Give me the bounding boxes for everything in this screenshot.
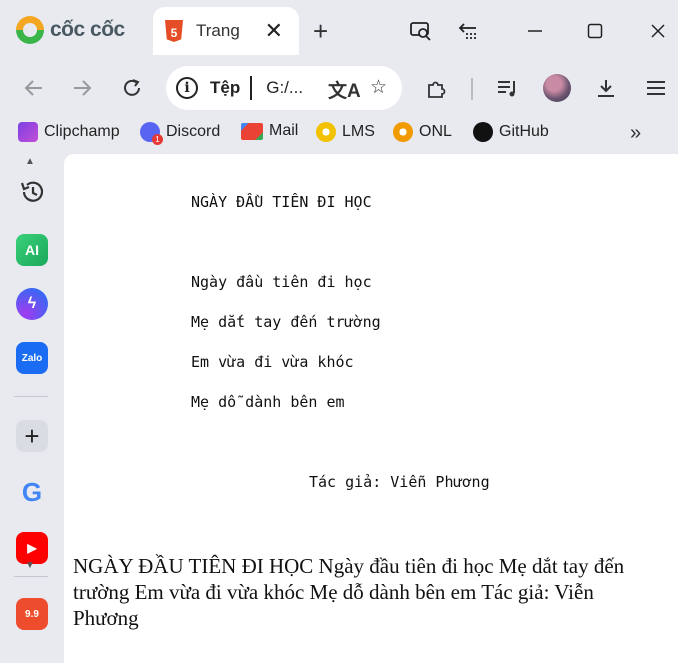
onl-icon xyxy=(393,122,413,142)
close-tab-icon[interactable]: ✕ xyxy=(265,17,283,45)
download-icon[interactable] xyxy=(590,72,622,104)
bookmark-label: Mail xyxy=(269,122,299,139)
site-info-icon[interactable]: i xyxy=(176,77,198,99)
coccoc-logo-icon xyxy=(16,16,44,44)
poem-line: Mẹ dỗ dành bên em xyxy=(191,393,345,411)
poem-preformatted: NGÀY ĐẦU TIÊN ĐI HỌC Ngày đầu tiên đi họ… xyxy=(64,154,490,491)
tab-active[interactable]: 5 Trang trước ✕ xyxy=(153,7,299,55)
forward-icon[interactable] xyxy=(66,72,98,104)
discord-icon: 1 xyxy=(140,122,163,145)
google-icon[interactable]: G xyxy=(16,476,48,508)
toolbar-divider xyxy=(471,78,473,100)
zalo-label: Zalo xyxy=(21,352,43,364)
messenger-icon[interactable]: ϟ xyxy=(16,288,48,320)
close-window-icon[interactable] xyxy=(641,14,675,48)
poem-author: Tác giả: Viễn Phương xyxy=(309,473,490,491)
browser-logo: cốc cốc xyxy=(16,16,125,44)
zalo-icon[interactable]: Zalo xyxy=(16,342,48,374)
html5-icon: 5 xyxy=(165,20,183,42)
shopee-label: 9.9 xyxy=(25,608,39,620)
shopee-icon[interactable]: 9.9 xyxy=(16,598,48,630)
bookmark-label: GitHub xyxy=(499,123,549,140)
toolbar: i Tệp G:/... 文A ☆ xyxy=(0,62,678,114)
scroll-down-icon[interactable]: ▼ xyxy=(25,560,35,571)
address-scheme: Tệp xyxy=(210,78,241,97)
back-icon[interactable] xyxy=(18,72,50,104)
reload-icon[interactable] xyxy=(116,72,148,104)
bookmark-mail[interactable]: Mail xyxy=(241,122,298,140)
maximize-icon[interactable] xyxy=(578,14,612,48)
bookmark-github[interactable]: GitHub xyxy=(473,122,549,142)
address-divider xyxy=(250,76,253,100)
scroll-up-icon[interactable]: ▲ xyxy=(25,156,35,167)
poem-line: Ngày đầu tiên đi học xyxy=(191,273,372,291)
address-bar[interactable]: i Tệp G:/... 文A ☆ xyxy=(166,66,402,110)
sidebar-divider xyxy=(14,576,48,577)
profile-avatar[interactable] xyxy=(543,74,571,102)
add-sidebar-app-icon[interactable]: + xyxy=(16,420,48,452)
menu-icon[interactable] xyxy=(640,72,672,104)
poem-title: NGÀY ĐẦU TIÊN ĐI HỌC xyxy=(191,193,372,211)
bookmark-lms[interactable]: LMS xyxy=(316,122,375,142)
poem-line: Em vừa đi vừa khóc xyxy=(191,353,354,371)
more-bookmarks-icon[interactable]: » xyxy=(630,122,641,145)
sidebar: ▲ AI ϟ Zalo + G ▶ ▼ 9.9 xyxy=(0,154,64,663)
clipchamp-icon xyxy=(18,122,38,142)
github-icon xyxy=(473,122,493,142)
bookmark-clipchamp[interactable]: Clipchamp xyxy=(18,122,120,142)
bookmark-label: Clipchamp xyxy=(44,123,120,140)
poem-paragraph: NGÀY ĐẦU TIÊN ĐI HỌC Ngày đầu tiên đi họ… xyxy=(73,554,625,630)
bookmark-label: Discord xyxy=(166,123,221,140)
bookmark-onl[interactable]: ONL xyxy=(393,122,452,142)
bookmark-discord[interactable]: 1 Discord xyxy=(140,122,221,145)
page-content: NGÀY ĐẦU TIÊN ĐI HỌC Ngày đầu tiên đi họ… xyxy=(64,154,678,663)
title-bar: cốc cốc 5 Trang trước ✕ + xyxy=(0,0,678,62)
ai-assistant-icon[interactable]: AI xyxy=(16,234,48,266)
browser-brand: cốc cốc xyxy=(50,18,125,41)
minimize-icon[interactable] xyxy=(518,14,552,48)
address-url[interactable]: G:/... xyxy=(266,78,303,98)
tab-title: Trang trước xyxy=(196,21,244,40)
bookmarks-bar: Clipchamp 1 Discord Mail LMS ONL GitHub … xyxy=(0,114,678,154)
bookmark-label: LMS xyxy=(342,123,375,140)
bookmark-star-icon[interactable]: ☆ xyxy=(370,76,387,99)
new-tab-button[interactable]: + xyxy=(313,14,328,48)
extensions-icon[interactable] xyxy=(420,72,452,104)
ai-label: AI xyxy=(25,242,39,258)
poem-line: Mẹ dắt tay đến trường xyxy=(191,313,381,331)
bookmark-label: ONL xyxy=(419,123,452,140)
history-icon[interactable] xyxy=(16,176,48,208)
tab-list-icon[interactable] xyxy=(452,14,486,48)
media-control-icon[interactable] xyxy=(492,72,524,104)
lms-icon xyxy=(316,122,336,142)
translate-icon[interactable]: 文A xyxy=(328,76,361,103)
gmail-icon xyxy=(241,122,263,140)
sidebar-divider xyxy=(14,396,48,397)
screen-search-icon[interactable] xyxy=(404,14,438,48)
